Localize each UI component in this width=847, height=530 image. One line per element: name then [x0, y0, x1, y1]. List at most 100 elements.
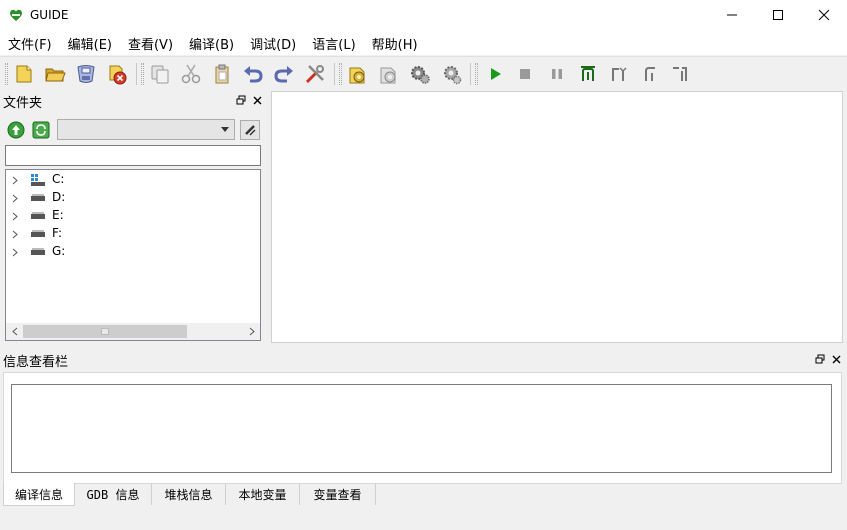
build-icon [380, 67, 396, 84]
stop-button[interactable] [513, 62, 537, 86]
window-title: GUIDE [30, 8, 69, 22]
drive-label: E: [52, 208, 64, 222]
float-panel-button[interactable] [813, 352, 827, 366]
toolbar-grip[interactable] [5, 63, 8, 85]
menu-debug[interactable]: 调试(D) [246, 34, 300, 53]
float-panel-button[interactable] [234, 93, 248, 107]
toolbar-separator [334, 63, 335, 85]
run-to-cursor-icon [673, 67, 687, 81]
folder-path-input[interactable] [5, 145, 261, 166]
menu-file[interactable]: 文件(F) [4, 34, 56, 53]
copy-button[interactable] [148, 62, 172, 86]
undo-button[interactable] [241, 62, 265, 86]
close-button[interactable] [801, 0, 847, 30]
tools-button[interactable] [303, 62, 327, 86]
tree-item-d[interactable]: D: [6, 189, 260, 207]
go-up-button[interactable] [6, 120, 26, 140]
folder-panel-header: 文件夹 [3, 91, 267, 111]
step-over-button[interactable] [607, 62, 631, 86]
new-file-button[interactable] [12, 62, 36, 86]
chevron-right-icon[interactable] [10, 225, 20, 243]
toolbar [0, 56, 847, 90]
chevron-right-icon[interactable] [10, 189, 20, 207]
link-button[interactable] [240, 120, 260, 140]
scroll-right-icon[interactable] [243, 323, 260, 340]
drive-label: F: [52, 226, 63, 240]
cut-button[interactable] [179, 62, 203, 86]
panel-splitter[interactable] [0, 344, 847, 349]
toolbar-grip[interactable] [339, 63, 342, 85]
redo-icon [274, 66, 293, 83]
restore-icon [815, 354, 825, 364]
folder-tree: C: D: E: F: G: [5, 169, 261, 341]
info-tabs: 编译信息 GDB 信息 堆栈信息 本地变量 变量查看 [3, 483, 842, 506]
settings-button[interactable] [408, 62, 432, 86]
tab-local-variables[interactable]: 本地变量 [226, 483, 300, 505]
menu-view[interactable]: 查看(V) [124, 34, 177, 53]
tree-item-e[interactable]: E: [6, 207, 260, 225]
chevron-down-icon [221, 127, 229, 132]
drive-label: G: [52, 244, 66, 258]
chevron-right-icon[interactable] [10, 207, 20, 225]
run-icon [491, 68, 501, 80]
menu-language[interactable]: 语言(L) [308, 34, 359, 53]
drive-label: C: [52, 172, 65, 186]
menu-edit[interactable]: 编辑(E) [64, 34, 116, 53]
close-icon [832, 355, 840, 363]
restore-icon [236, 95, 246, 105]
compile-output-text[interactable] [11, 384, 832, 473]
close-file-button[interactable] [105, 62, 129, 86]
compile-icon [349, 67, 365, 84]
folder-combo[interactable] [57, 119, 235, 140]
drive-label: D: [52, 190, 66, 204]
scroll-left-icon[interactable] [6, 323, 23, 340]
tree-item-c[interactable]: C: [6, 171, 260, 189]
tab-watch-variables[interactable]: 变量查看 [300, 483, 376, 505]
redo-button[interactable] [272, 62, 296, 86]
step-out-button[interactable] [638, 62, 662, 86]
open-folder-icon [45, 68, 66, 82]
tab-gdb-info[interactable]: GDB 信息 [75, 483, 152, 505]
info-panel-title: 信息查看栏 [3, 354, 69, 370]
horizontal-scrollbar[interactable] [6, 323, 260, 340]
minimize-button[interactable] [709, 0, 755, 30]
tab-stack-info[interactable]: 堆栈信息 [152, 483, 226, 505]
run-button[interactable] [483, 62, 507, 86]
build-button[interactable] [377, 62, 401, 86]
maximize-button[interactable] [755, 0, 801, 30]
paste-button[interactable] [210, 62, 234, 86]
save-button[interactable] [74, 62, 98, 86]
folder-panel-title: 文件夹 [3, 95, 43, 111]
menu-build[interactable]: 编译(B) [185, 34, 238, 53]
close-panel-button[interactable] [829, 352, 843, 366]
menu-help[interactable]: 帮助(H) [368, 34, 422, 53]
tree-item-f[interactable]: F: [6, 225, 260, 243]
chevron-right-icon[interactable] [10, 243, 20, 261]
new-file-icon [16, 65, 32, 83]
tree-item-g[interactable]: G: [6, 243, 260, 261]
tab-compile-info[interactable]: 编译信息 [3, 483, 75, 506]
paste-icon [215, 64, 229, 84]
settings-alt-button[interactable] [439, 62, 463, 86]
compile-button[interactable] [346, 62, 370, 86]
refresh-button[interactable] [31, 120, 51, 140]
open-folder-button[interactable] [43, 62, 67, 86]
toolbar-grip[interactable] [141, 63, 144, 85]
link-icon [245, 125, 256, 136]
editor-area[interactable] [271, 91, 843, 343]
drive-icon [31, 194, 45, 201]
drive-icon [31, 230, 45, 237]
status-bar [0, 508, 847, 530]
up-arrow-icon [7, 121, 25, 139]
info-panel-header: 信息查看栏 [3, 350, 845, 370]
toolbar-grip[interactable] [475, 63, 478, 85]
title-bar: GUIDE [0, 0, 847, 31]
close-file-icon [109, 65, 127, 85]
step-over-icon [612, 67, 627, 81]
step-into-button[interactable] [576, 62, 600, 86]
pause-button[interactable] [545, 62, 569, 86]
scrollbar-thumb[interactable] [23, 325, 187, 338]
run-to-cursor-button[interactable] [668, 62, 692, 86]
chevron-right-icon[interactable] [10, 171, 20, 189]
close-panel-button[interactable] [250, 93, 264, 107]
